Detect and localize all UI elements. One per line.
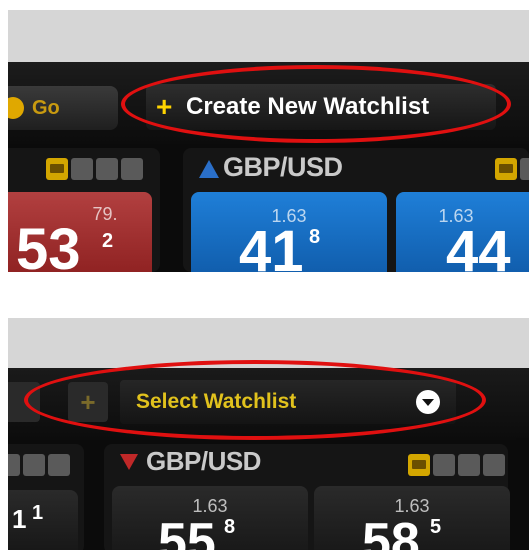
close-icon[interactable] [48,454,70,476]
panel-edge [516,438,529,550]
currency-pair-label: GBP/USD [223,152,343,182]
chart-icon[interactable] [71,158,93,180]
currency-pair-label: GBP/USD [146,446,261,476]
create-watchlist-panel: Go + Create New Watchlist 79. 53 2 GBP/U… [8,10,529,272]
up-triangle-icon [199,160,219,178]
highlight-ellipse [121,65,511,143]
close-icon[interactable] [483,454,505,476]
down-triangle-icon [120,454,138,470]
quote-pip-digit: 5 [430,516,442,538]
go-label: Go [32,97,60,119]
ask-quote-tile[interactable]: 1.63 44 [396,192,529,272]
card-icons [8,454,78,478]
trade-icon[interactable] [495,158,517,180]
trade-icon[interactable] [408,454,430,476]
card-icons [408,454,508,478]
coin-icon [8,97,24,119]
quote-pip-digit: 1 [32,502,44,524]
quote-pip-digit: 2 [102,230,114,252]
select-watchlist-panel: + Select Watchlist 1 1 GBP/USD 1.63 55 8 [8,318,529,550]
quote-big-digits: 58 [362,513,420,550]
go-button[interactable]: Go [8,86,118,130]
quote-big-digits: 44 [446,219,511,272]
grey-header-bar [8,10,529,62]
ask-quote-tile[interactable]: 1.63 58 5 [314,486,510,550]
chart-icon[interactable] [8,454,20,476]
quote-big-digits: 55 [158,513,216,550]
bid-quote-tile[interactable]: 1.63 55 8 [112,486,308,550]
card-icons [495,158,529,182]
close-icon[interactable] [121,158,143,180]
sell-quote-tile[interactable]: 79. 53 2 [8,192,152,272]
quote-big-digits: 41 [239,219,304,272]
quote-pip-digit: 8 [224,516,236,538]
trade-icon[interactable] [46,158,68,180]
chart-icon[interactable] [433,454,455,476]
bid-quote-tile[interactable]: 1.63 41 8 [191,192,387,272]
card-icons [46,158,146,182]
quote-pip-digit: 8 [309,226,321,248]
edit-icon[interactable] [23,454,45,476]
chart-icon[interactable] [520,158,529,180]
quote-big-digits: 53 [16,217,81,272]
edit-icon[interactable] [96,158,118,180]
edit-icon[interactable] [458,454,480,476]
highlight-ellipse [24,360,486,440]
quote-tile-left[interactable]: 1 1 [8,490,78,550]
quote-big-digits: 1 [12,504,27,534]
